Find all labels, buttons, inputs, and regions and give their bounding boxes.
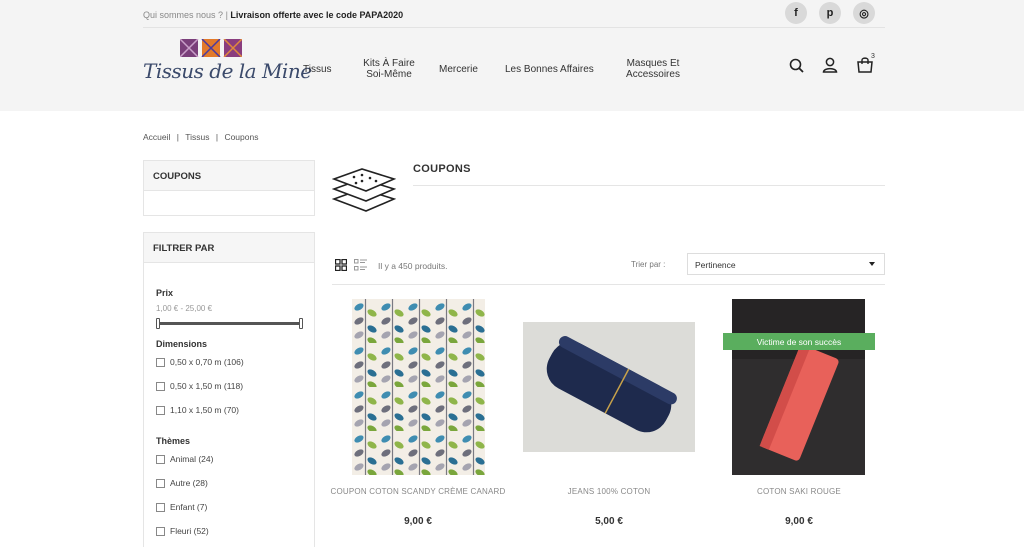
theme-option[interactable]: Fleuri (52) [156,526,209,536]
promo-text: Livraison offerte avec le code PAPA2020 [230,10,404,20]
nav-mercerie[interactable]: Mercerie [439,64,478,75]
theme-option-label: Enfant (7) [170,502,208,512]
list-view-icon[interactable] [354,259,367,271]
about-link[interactable]: Qui sommes nous ? [143,10,223,20]
breadcrumb-coupons: Coupons [224,132,259,142]
checkbox[interactable] [156,526,165,536]
theme-option-label: Autre (28) [170,478,208,488]
instagram-icon[interactable]: ◎ [853,2,875,24]
search-icon[interactable] [788,57,806,75]
theme-option[interactable]: Enfant (7) [156,502,207,512]
checkbox[interactable] [156,405,165,415]
product-price: 9,00 € [404,516,432,527]
leaf-pattern-image [352,299,485,475]
checkbox[interactable] [156,357,165,367]
dimension-option-label: 1,10 x 1,50 m (70) [170,405,239,415]
checkbox[interactable] [156,478,165,488]
price-filter-label: Prix [156,288,174,298]
dimension-option[interactable]: 0,50 x 0,70 m (106) [156,357,244,367]
breadcrumb-separator: | [215,132,219,142]
filter-title: FILTRER PAR [144,233,314,263]
category-title: COUPONS [144,161,314,191]
product-name[interactable]: JEANS 100% COTON [514,487,704,496]
product-badge: Victime de son succès [723,333,875,350]
logo-text: Tissus de la Mine [143,59,312,83]
checkbox[interactable] [156,454,165,464]
sort-select[interactable]: Pertinence [687,253,885,275]
title-divider [413,185,885,186]
site-header: Qui sommes nous ? | Livraison offerte av… [0,0,1024,111]
dimensions-filter-label: Dimensions [156,339,208,349]
dropdown-arrow-icon [869,262,875,266]
grid-view-icon[interactable] [335,259,347,271]
user-icon[interactable] [821,56,839,74]
logo-squares [180,39,242,57]
topbar-separator: | [225,10,228,20]
category-box: COUPONS [143,160,315,216]
product-image[interactable] [523,322,695,452]
sort-label: Trier par : [631,260,666,269]
product-name[interactable]: COTON SAKI ROUGE [704,487,894,496]
price-slider-min-handle[interactable] [156,318,160,329]
topbar-text: Qui sommes nous ? | Livraison offerte av… [143,10,403,20]
nav-masques[interactable]: Masques Et Accessoires [620,58,686,80]
pinterest-icon[interactable]: p [819,2,841,24]
breadcrumb-tissus[interactable]: Tissus [185,132,209,142]
checkbox[interactable] [156,502,165,512]
product-price: 9,00 € [785,516,813,527]
facebook-icon[interactable]: f [785,2,807,24]
product-price: 5,00 € [595,516,623,527]
topbar-divider [143,27,885,28]
checkbox[interactable] [156,381,165,391]
cart-count: 3 [871,53,875,60]
price-slider-max-handle[interactable] [299,318,303,329]
price-slider-track[interactable] [157,322,302,325]
theme-option-label: Animal (24) [170,454,214,464]
site-logo[interactable]: Tissus de la Mine [143,39,312,89]
list-divider [332,284,885,285]
price-range-text: 1,00 € - 25,00 € [156,304,213,313]
product-image[interactable] [352,299,485,475]
nav-bonnes-affaires[interactable]: Les Bonnes Affaires [505,64,594,75]
nav-tissus[interactable]: Tissus [303,64,332,75]
dimension-option-label: 0,50 x 0,70 m (106) [170,357,244,367]
denim-roll-image [523,322,695,452]
theme-option[interactable]: Autre (28) [156,478,208,488]
theme-option-label: Fleuri (52) [170,526,209,536]
breadcrumb: Accueil | Tissus | Coupons [143,132,258,142]
page-title: COUPONS [413,163,471,175]
dimension-option[interactable]: 0,50 x 1,50 m (118) [156,381,243,391]
dimension-option[interactable]: 1,10 x 1,50 m (70) [156,405,239,415]
breadcrumb-accueil[interactable]: Accueil [143,132,170,142]
sort-select-value: Pertinence [695,260,736,270]
red-fabric-image [732,299,865,475]
themes-filter-label: Thèmes [156,436,191,446]
fabric-stack-icon [332,168,396,212]
theme-option[interactable]: Animal (24) [156,454,213,464]
product-image[interactable] [732,299,865,475]
product-count: Il y a 450 produits. [378,261,448,271]
breadcrumb-separator: | [176,132,179,142]
dimension-option-label: 0,50 x 1,50 m (118) [170,381,244,391]
nav-kits[interactable]: Kits À Faire Soi-Même [360,58,418,80]
product-name[interactable]: COUPON COTON SCANDY CRÈME CANARD [323,487,513,496]
